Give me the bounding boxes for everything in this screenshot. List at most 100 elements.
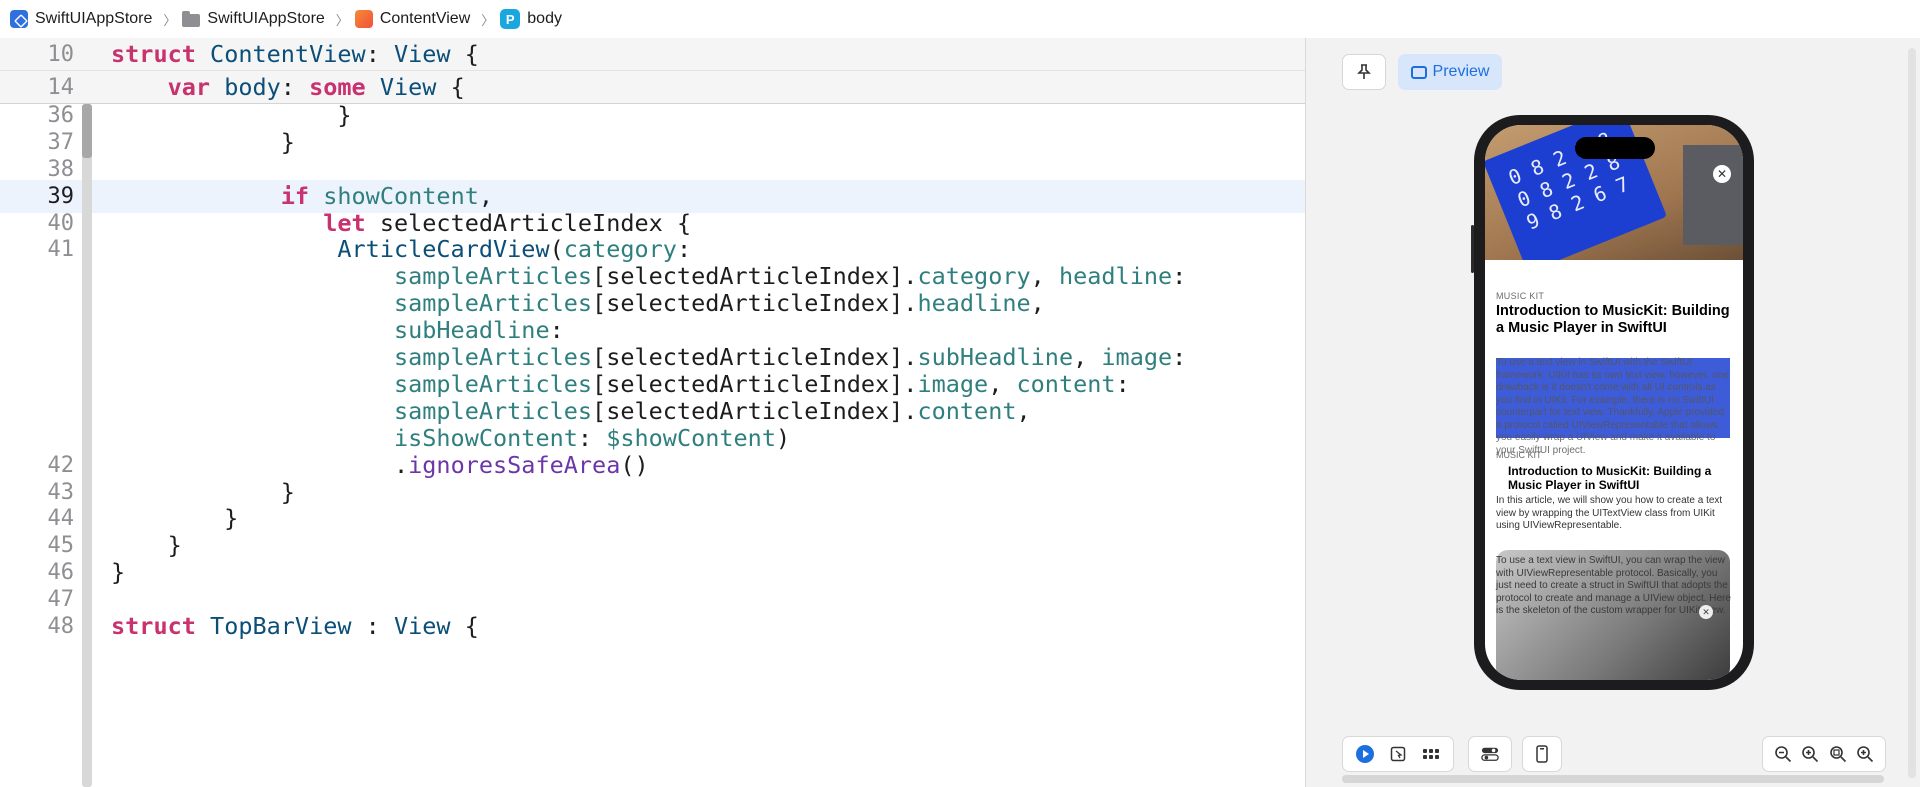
code-token: sampleArticles (393, 262, 593, 291)
code-folding-ribbon-active[interactable] (82, 104, 92, 158)
article-category-secondary: MUSIC KIT (1496, 450, 1542, 460)
code-token: struct (111, 612, 211, 640)
code-token: [selectedArticleIndex]. (592, 289, 918, 318)
code-editor[interactable]: 10 struct ContentView: View {14 var body:… (0, 38, 1305, 787)
line-number: 10 (47, 42, 75, 67)
live-mode-icon[interactable] (1356, 745, 1375, 763)
select-mode-icon[interactable] (1389, 745, 1407, 763)
code-token: TopBarView (210, 612, 352, 640)
zoom-toolbar (1762, 736, 1886, 772)
sticky-scope-line[interactable]: 14 var body: some View { (0, 71, 1305, 104)
preview-icon (1410, 65, 1427, 79)
close-icon[interactable]: ✕ (1713, 165, 1731, 183)
chevron-right-icon: 〉 (481, 12, 495, 28)
breadcrumb-item-file[interactable]: ContentView 〉 (354, 10, 495, 29)
code-token: struct (111, 40, 211, 68)
breadcrumb-label: body (527, 10, 562, 27)
breadcrumb-item-symbol[interactable]: P body (500, 9, 562, 29)
article-body: To use a text view in SwiftUI with the S… (1496, 357, 1729, 456)
code-token: } (111, 504, 239, 533)
code-token: } (111, 127, 295, 156)
code-token: , (1030, 262, 1059, 291)
code-token: : (351, 612, 394, 640)
code-token: View (393, 612, 451, 640)
code-token: sampleArticles (393, 343, 593, 371)
pin-button[interactable] (1342, 54, 1386, 90)
code-token: selectedArticleIndex { (379, 208, 692, 237)
preview-mode-button[interactable]: Preview (1398, 54, 1502, 90)
zoom-out-icon[interactable] (1774, 745, 1792, 763)
code-token: sampleArticles (393, 369, 593, 398)
code-token: , (1073, 343, 1102, 371)
article-headline-secondary: Introduction to MusicKit: Building a Mus… (1508, 464, 1712, 492)
code-token: ignoresSafeArea (408, 450, 621, 479)
hero-device (1683, 145, 1743, 245)
device-settings-button[interactable] (1468, 736, 1512, 772)
breadcrumb-label: ContentView (379, 10, 471, 27)
code-token: : (1172, 262, 1187, 291)
swift-file-icon (354, 10, 373, 28)
code-token: : (549, 316, 564, 345)
code-token: View (393, 40, 451, 68)
zoom-to-fit-icon[interactable] (1829, 745, 1847, 763)
preview-label: Preview (1432, 63, 1490, 80)
preview-vertical-scrollbar[interactable] (1908, 48, 1916, 778)
device-screen[interactable]: 0 8 2 2 8 0 8 2 2 8 9 8 2 6 7 ✕ MUSIC KI… (1485, 125, 1743, 680)
code-token: subHeadline (393, 316, 550, 345)
dynamic-island (1575, 137, 1655, 159)
zoom-actual-icon[interactable] (1856, 745, 1874, 763)
code-token: content (917, 396, 1017, 425)
code-token: } (111, 477, 295, 506)
close-icon[interactable]: ✕ (1699, 605, 1713, 619)
variants-icon[interactable] (1422, 745, 1440, 763)
code-line[interactable]: 48 struct TopBarView : View { (0, 610, 1305, 643)
code-token: var (167, 73, 225, 101)
code-token: isShowContent (393, 423, 578, 452)
code-token: [selectedArticleIndex]. (592, 343, 918, 371)
device-frame: 0 8 2 2 8 0 8 2 2 8 9 8 2 6 7 ✕ MUSIC KI… (1471, 115, 1754, 690)
code-token: { (450, 40, 479, 68)
code-token: $showContent (606, 423, 776, 452)
breadcrumb-item-folder[interactable]: SwiftUIAppStore 〉 (182, 10, 349, 29)
code-token: : (365, 40, 394, 68)
preview-horizontal-scrollbar[interactable] (1342, 775, 1884, 783)
code-token: : (1172, 343, 1187, 371)
article-body-overlay: To use a text view in SwiftUI, you can w… (1496, 555, 1731, 616)
pin-icon (1357, 64, 1371, 79)
code-folding-ribbon[interactable] (82, 104, 92, 787)
code-token: if (280, 181, 324, 210)
code-token: , (1030, 289, 1045, 318)
property-icon: P (500, 9, 521, 29)
line-number: 48 (47, 614, 75, 639)
code-text: struct TopBarView : View { (111, 610, 479, 643)
device-settings-icon (1481, 745, 1499, 763)
sticky-scope-line[interactable]: 10 struct ContentView: View { (0, 38, 1305, 71)
code-text: var body: some View { (111, 71, 465, 104)
code-token: : (280, 73, 310, 101)
code-token: [selectedArticleIndex]. (592, 262, 918, 291)
code-token: , (1016, 396, 1031, 425)
device-button[interactable] (1522, 736, 1562, 772)
code-token: View (379, 73, 437, 101)
device-icon (1533, 745, 1551, 763)
folder-icon (182, 10, 201, 27)
preview-mode-toolbar (1342, 736, 1454, 772)
code-token: : (1115, 369, 1130, 398)
article-category: MUSIC KIT (1496, 291, 1545, 301)
breadcrumb: SwiftUIAppStore 〉 SwiftUIAppStore 〉 Cont… (0, 0, 1920, 38)
code-token: ) (775, 423, 791, 452)
preview-canvas: Preview 0 8 2 2 8 0 8 2 2 8 9 8 2 6 7 ✕ … (1306, 38, 1920, 787)
code-token: headline (917, 289, 1031, 318)
code-token: category (563, 235, 677, 264)
code-token: : (676, 235, 692, 264)
code-token: body (224, 73, 281, 101)
code-token: } (111, 531, 182, 560)
zoom-in-icon[interactable] (1801, 745, 1819, 763)
breadcrumb-item-project[interactable]: SwiftUIAppStore 〉 (10, 10, 176, 29)
